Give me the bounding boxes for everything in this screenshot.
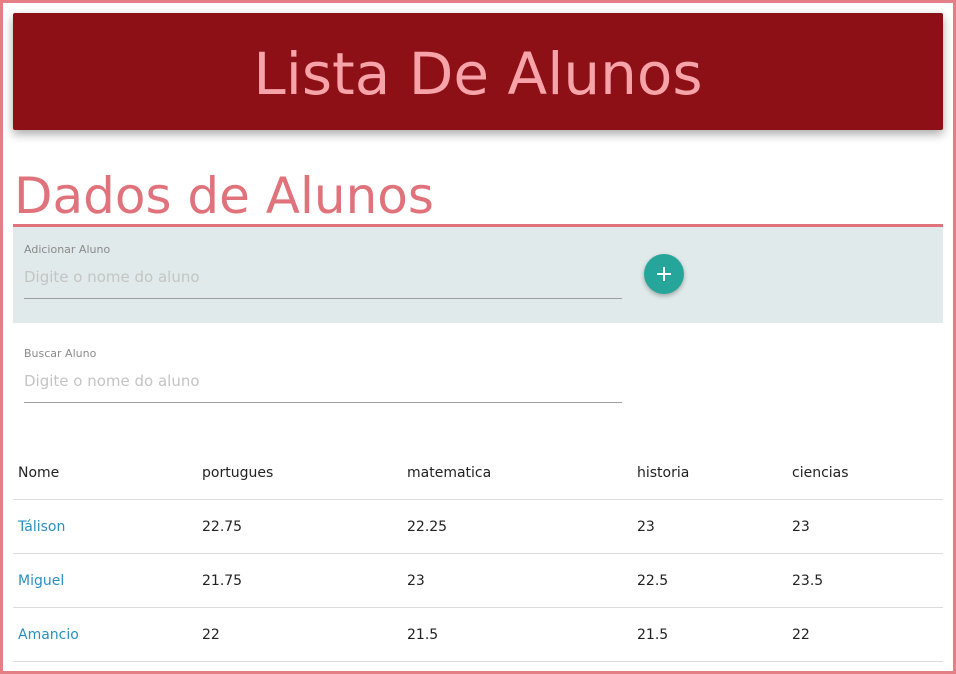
grade-historia: 22.5 [632, 553, 787, 608]
column-header-ciencias[interactable]: ciencias [787, 447, 943, 500]
search-student-label: Buscar Aluno [24, 347, 97, 360]
grade-portugues: 21.75 [197, 553, 402, 608]
table-row: Tálison 22.75 22.25 23 23 [13, 499, 943, 554]
student-name-link[interactable]: Tálison [18, 519, 65, 535]
column-header-nome[interactable]: Nome [13, 447, 197, 500]
grade-matematica: 21.5 [402, 607, 632, 662]
grade-ciencias: 23.5 [787, 553, 943, 608]
section-title: Dados de Alunos [14, 167, 434, 225]
grade-ciencias: 23 [787, 499, 943, 554]
column-header-matematica[interactable]: matematica [402, 447, 632, 500]
table-row: Miguel 21.75 23 22.5 23.5 [13, 553, 943, 608]
app-title: Lista De Alunos [253, 39, 703, 108]
add-student-input[interactable] [24, 262, 622, 299]
search-student-input[interactable] [24, 366, 622, 403]
column-header-historia[interactable]: historia [632, 447, 787, 500]
student-name-link[interactable]: Amancio [18, 627, 79, 643]
grade-portugues: 22.75 [197, 499, 402, 554]
plus-icon [657, 267, 671, 281]
search-student-field: Buscar Aluno [24, 347, 622, 403]
grade-matematica: 22.25 [402, 499, 632, 554]
grade-historia: 23 [632, 499, 787, 554]
add-student-field: Adicionar Aluno [24, 243, 622, 299]
column-header-portugues[interactable]: portugues [197, 447, 402, 500]
grade-historia: 21.5 [632, 607, 787, 662]
add-student-button[interactable] [644, 254, 684, 294]
students-table: Nome portugues matematica historia cienc… [13, 447, 943, 662]
add-student-panel: Adicionar Aluno [13, 227, 943, 323]
grade-matematica: 23 [402, 553, 632, 608]
table-row: Amancio 22 21.5 21.5 22 [13, 607, 943, 662]
grade-ciencias: 22 [787, 607, 943, 662]
table-header-row: Nome portugues matematica historia cienc… [13, 447, 943, 500]
add-student-label: Adicionar Aluno [24, 243, 111, 256]
app-header: Lista De Alunos [13, 13, 943, 130]
student-name-link[interactable]: Miguel [18, 573, 64, 589]
grade-portugues: 22 [197, 607, 402, 662]
